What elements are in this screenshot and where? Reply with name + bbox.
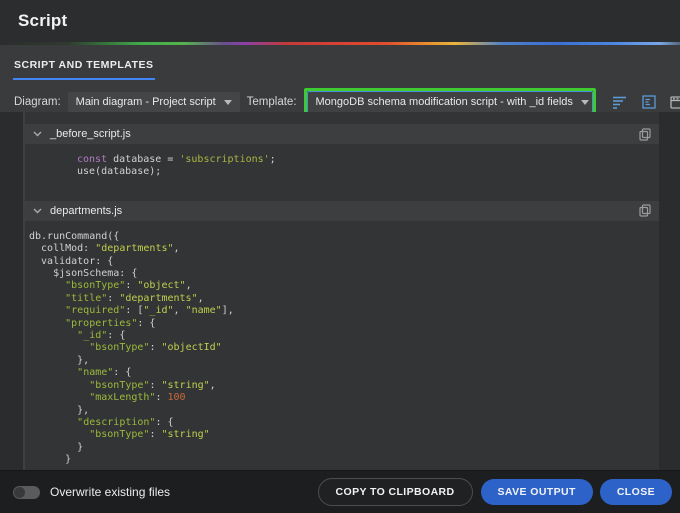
- template-select-value: MongoDB schema modification script - wit…: [315, 96, 573, 108]
- code-section: _before_script.js const database = 'subs…: [25, 124, 659, 179]
- footer-bar: Overwrite existing files COPY TO CLIPBOA…: [0, 470, 680, 513]
- template-select[interactable]: MongoDB schema modification script - wit…: [306, 91, 593, 113]
- tab-script-and-templates[interactable]: SCRIPT AND TEMPLATES: [13, 57, 155, 80]
- wrap-lines-icon[interactable]: [611, 93, 629, 111]
- chevron-down-icon: [580, 99, 589, 105]
- section-filename: _before_script.js: [50, 128, 131, 140]
- save-output-button[interactable]: SAVE OUTPUT: [480, 479, 593, 505]
- template-label: Template:: [246, 96, 297, 108]
- chevron-down-icon: [223, 99, 232, 105]
- window-icon[interactable]: [669, 93, 680, 111]
- copy-icon[interactable]: [639, 127, 651, 141]
- chevron-down-icon: [33, 131, 42, 137]
- close-button[interactable]: CLOSE: [599, 479, 672, 505]
- dialog-title-bar: Script: [0, 0, 680, 42]
- overwrite-toggle[interactable]: [13, 485, 40, 499]
- code-block: db.runCommand({ collMod: "departments", …: [29, 230, 234, 466]
- chevron-down-icon: [33, 208, 42, 214]
- toggle-knob: [14, 486, 25, 498]
- code-section: departments.js db.runCommand({ collMod: …: [25, 200, 659, 467]
- copy-icon[interactable]: [639, 204, 651, 217]
- diagram-label: Diagram:: [14, 96, 61, 108]
- code-sections: _before_script.js const database = 'subs…: [23, 112, 659, 470]
- overwrite-toggle-label: Overwrite existing files: [50, 485, 171, 499]
- dialog-title: Script: [18, 11, 68, 30]
- section-header[interactable]: departments.js: [25, 200, 659, 221]
- script-panel-icon[interactable]: [640, 93, 658, 111]
- toolbar-icons: [611, 93, 680, 111]
- diagram-select-value: Main diagram - Project script: [75, 96, 216, 108]
- tab-bar: SCRIPT AND TEMPLATES: [0, 55, 680, 80]
- copy-to-clipboard-button[interactable]: COPY TO CLIPBOARD: [317, 478, 473, 506]
- section-filename: departments.js: [50, 204, 123, 217]
- section-header[interactable]: _before_script.js: [25, 124, 659, 144]
- code-block: const database = 'subscriptions'; use(da…: [77, 154, 276, 178]
- script-output-area: _before_script.js const database = 'subs…: [0, 112, 680, 470]
- diagram-select[interactable]: Main diagram - Project script: [67, 92, 240, 112]
